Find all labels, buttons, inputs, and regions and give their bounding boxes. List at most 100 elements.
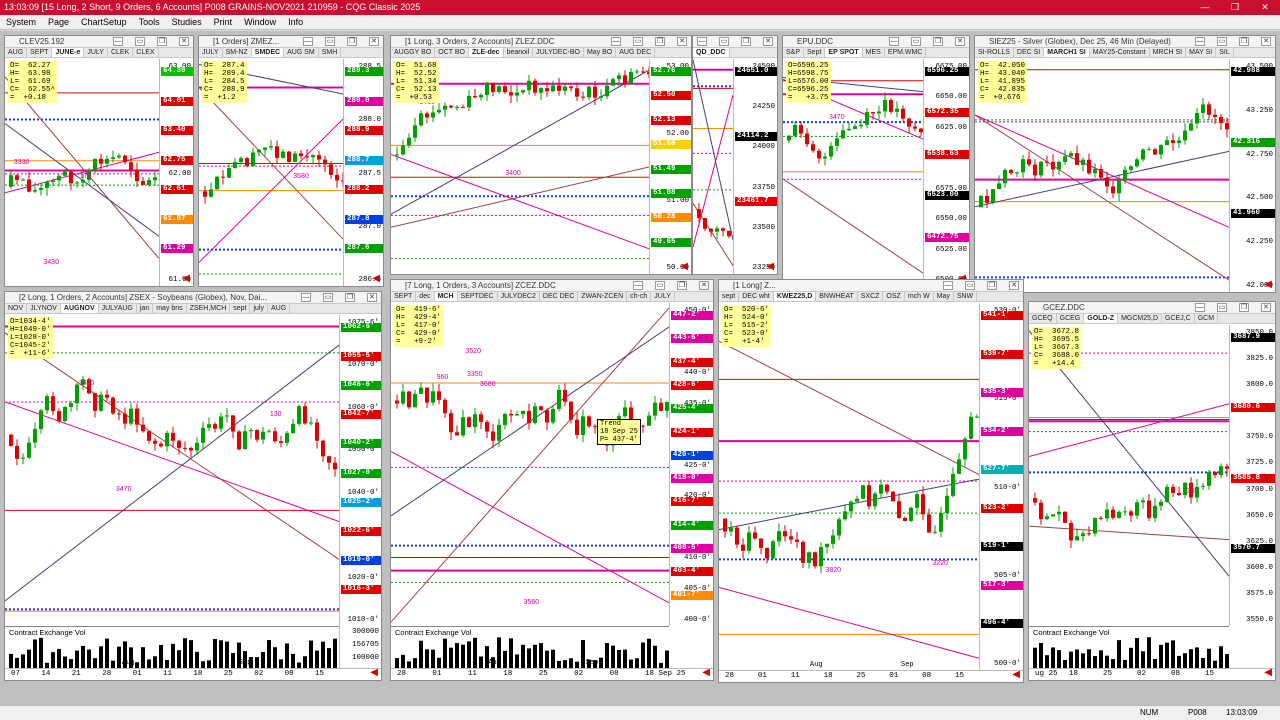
scroll-arrow-icon[interactable]: ◀ [702, 667, 710, 678]
window-close-icon[interactable]: ✕ [677, 37, 687, 46]
window-maximize-icon[interactable]: ❐ [345, 293, 355, 302]
chart-tab[interactable]: SNW [954, 292, 978, 301]
price-axis[interactable]: 1075-6'1070-0'1060-0'1050-0'1040-0'1030-… [339, 315, 381, 626]
chart-tab[interactable]: AUG DEC [616, 48, 656, 57]
chart-tab[interactable]: GCEG [1057, 314, 1085, 323]
price-axis[interactable]: 530-0'515-0'510-0'505-0'500-0'541-1'539-… [979, 303, 1023, 670]
chart-tab[interactable]: BNWHEAT [816, 292, 858, 301]
chart-tab[interactable]: may bns [153, 304, 187, 313]
chart-tab[interactable]: SEPTDEC [458, 292, 498, 301]
price-axis[interactable]: 24500242502400023750235002325024651.0241… [733, 59, 777, 274]
chart-body[interactable]: O= 287.4 H= 289.4 L= 284.5 C= 288.9 = +1… [199, 59, 383, 286]
menu-info[interactable]: Info [282, 17, 309, 27]
scroll-arrow-icon[interactable]: ◀ [680, 261, 688, 272]
price-axis[interactable]: 288.5288.0287.5287.0286.5289.3289.0288.9… [343, 59, 383, 286]
chart-window-clev[interactable]: CLEV25.192 ✕ ❐ ▭ — AUG SEPT JUNE-e JULY CLEK CLEX O… [4, 35, 194, 287]
chart-body[interactable]: O= 42.050 H= 43.040 L= 41.895 C= 42.835 … [975, 59, 1275, 292]
scroll-arrow-icon[interactable]: ◀ [766, 261, 774, 272]
scroll-arrow-icon[interactable]: ◀ [1012, 669, 1020, 680]
chart-tab[interactable]: SMH [319, 48, 342, 57]
price-pane[interactable] [1029, 325, 1229, 626]
window-minimize-icon[interactable]: — [697, 37, 707, 46]
window-restore-icon[interactable]: ▭ [719, 37, 729, 46]
window-maximize-icon[interactable]: ❐ [933, 37, 943, 46]
window-maximize-icon[interactable]: ❐ [1239, 303, 1249, 312]
time-axis[interactable]: 28 01 11 18 25 02 08 18 Sep 25 Aug Sep [391, 659, 713, 680]
chart-tab[interactable]: DEC DEC [540, 292, 579, 301]
chart-body[interactable]: O= 3672.8 H= 3695.5 L= 3667.3 C= 3688.0 … [1029, 325, 1275, 680]
scroll-arrow-icon[interactable]: ◀ [370, 667, 378, 678]
chart-tab[interactable]: SXCZ [858, 292, 884, 301]
price-axis[interactable]: 53.0052.0051.0050.0052.7652.5052.1351.68… [649, 59, 691, 274]
chart-body[interactable]: O= 62.27 H= 63.98 L= 61.69 C= 62.55^ = +… [5, 59, 193, 286]
chart-tab[interactable]: ch-ch [627, 292, 652, 301]
window-minimize-icon[interactable]: — [633, 281, 643, 290]
chart-tab[interactable]: JULYDEC2 [498, 292, 540, 301]
price-axis[interactable]: 63.0062.0061.0064.3964.0163.4062.7562.61… [159, 59, 193, 286]
window-close-icon[interactable]: ✕ [1261, 303, 1271, 312]
chart-tab[interactable]: Sept [804, 48, 826, 57]
window-close-icon[interactable]: ✕ [1261, 37, 1271, 46]
chart-tab[interactable]: May BO [584, 48, 617, 57]
close-icon[interactable]: ✕ [1250, 0, 1280, 15]
chart-window-wht[interactable]: [1 Long] Z... ✕ ❐ ▭ — sept DEC wht KWEZ25,D BNWH… [718, 279, 1024, 683]
chart-body[interactable]: O=1034-4' H=1049-0' L=1028-0' C=1045-2' … [5, 315, 381, 680]
chart-window-gcez[interactable]: GCEZ.DDC ✕ ❐ ▭ — GCEQ GCEG GOLD-Z MGCM25,D GCEJ,C… [1028, 301, 1276, 681]
chart-tab[interactable]: DEC wht [739, 292, 774, 301]
window-minimize-icon[interactable]: — [943, 281, 953, 290]
price-pane[interactable] [693, 59, 733, 274]
chart-tab[interactable]: MCH [434, 292, 458, 301]
window-restore-icon[interactable]: ▭ [1217, 303, 1227, 312]
volume-pane[interactable]: Contract Exchange Vol [1029, 626, 1229, 669]
chart-tab[interactable]: JULY [651, 292, 675, 301]
chart-tab[interactable]: SEPT [391, 292, 417, 301]
window-restore-icon[interactable]: ▭ [325, 37, 335, 46]
chart-tab[interactable]: sept [719, 292, 740, 301]
chart-tab[interactable]: mch W [905, 292, 934, 301]
chart-body[interactable]: 24500242502400023750235002325024651.0241… [693, 59, 777, 274]
volume-pane[interactable]: Contract Exchange Vol [5, 626, 339, 669]
chart-window-qdc[interactable]: ✕❐▭—QD_DDC245002425024000237502350023250… [692, 35, 778, 275]
chart-window-zsex[interactable]: [2 Long, 1 Orders, 2 Accounts] ZSEX - So… [4, 291, 382, 681]
menu-tools[interactable]: Tools [133, 17, 166, 27]
price-pane[interactable] [719, 303, 979, 670]
chart-tab[interactable]: AUG [268, 304, 291, 313]
chart-window-zmez[interactable]: [1 Orders] ZMEZ... ✕ ❐ ▭ — JULY SM-NZ SMDEC AUG … [198, 35, 384, 287]
scroll-arrow-icon[interactable]: ◀ [182, 273, 190, 284]
chart-window-zlez[interactable]: [1 Long, 3 Orders, 2 Accounts] ZLEZ.DDC ✕… [390, 35, 692, 275]
volume-pane[interactable]: Contract Exchange Vol [391, 626, 669, 669]
chart-tab[interactable]: JULY [84, 48, 108, 57]
menu-print[interactable]: Print [208, 17, 239, 27]
chart-tab[interactable]: MAY25-Constant [1090, 48, 1150, 57]
chart-tab[interactable]: DEC SI [1014, 48, 1045, 57]
chart-tab[interactable]: JUNE-e [52, 48, 85, 57]
minimize-icon[interactable]: — [1190, 0, 1220, 15]
chart-tab[interactable]: sept [230, 304, 251, 313]
chart-tab[interactable]: GCEQ [1029, 314, 1057, 323]
window-maximize-icon[interactable]: ❐ [157, 37, 167, 46]
chart-tab[interactable]: SEPT [27, 48, 53, 57]
chart-tab[interactable]: SM-NZ [223, 48, 252, 57]
scroll-arrow-icon[interactable]: ◀ [372, 273, 380, 284]
time-axis[interactable]: 07 14 21 28 01 11 18 25 02 08 15 Aug Sep [5, 659, 381, 680]
menu-window[interactable]: Window [238, 17, 282, 27]
chart-tab[interactable]: OSZ [883, 292, 905, 301]
chart-tab[interactable]: AUG [5, 48, 28, 57]
chart-tab[interactable]: jan [137, 304, 154, 313]
price-axis[interactable]: 43.50043.25042.75042.50042.25042.00042.9… [1229, 59, 1275, 292]
chart-tab[interactable]: SIL [1216, 48, 1234, 57]
window-minimize-icon[interactable]: — [611, 37, 621, 46]
price-pane[interactable] [5, 315, 339, 626]
chart-tab[interactable]: S&P [783, 48, 805, 57]
window-close-icon[interactable]: ✕ [955, 37, 965, 46]
chart-tab[interactable]: GOLD-Z [1084, 314, 1119, 323]
chart-body[interactable]: O= 419-6' H= 429-4' L= 417-0' C= 429-0' … [391, 303, 713, 680]
chart-tab[interactable]: JULYDEC-BO [533, 48, 584, 57]
chart-body[interactable]: O=6596.25 H=6598.75 L=6576.00 C=6596.25 … [783, 59, 969, 286]
window-minimize-icon[interactable]: — [1195, 303, 1205, 312]
window-restore-icon[interactable]: ▭ [135, 37, 145, 46]
chart-tab[interactable]: SMDEC [251, 48, 285, 57]
window-maximize-icon[interactable]: ❐ [655, 37, 665, 46]
maximize-icon[interactable]: ❐ [1220, 0, 1250, 15]
price-pane[interactable] [391, 303, 669, 626]
